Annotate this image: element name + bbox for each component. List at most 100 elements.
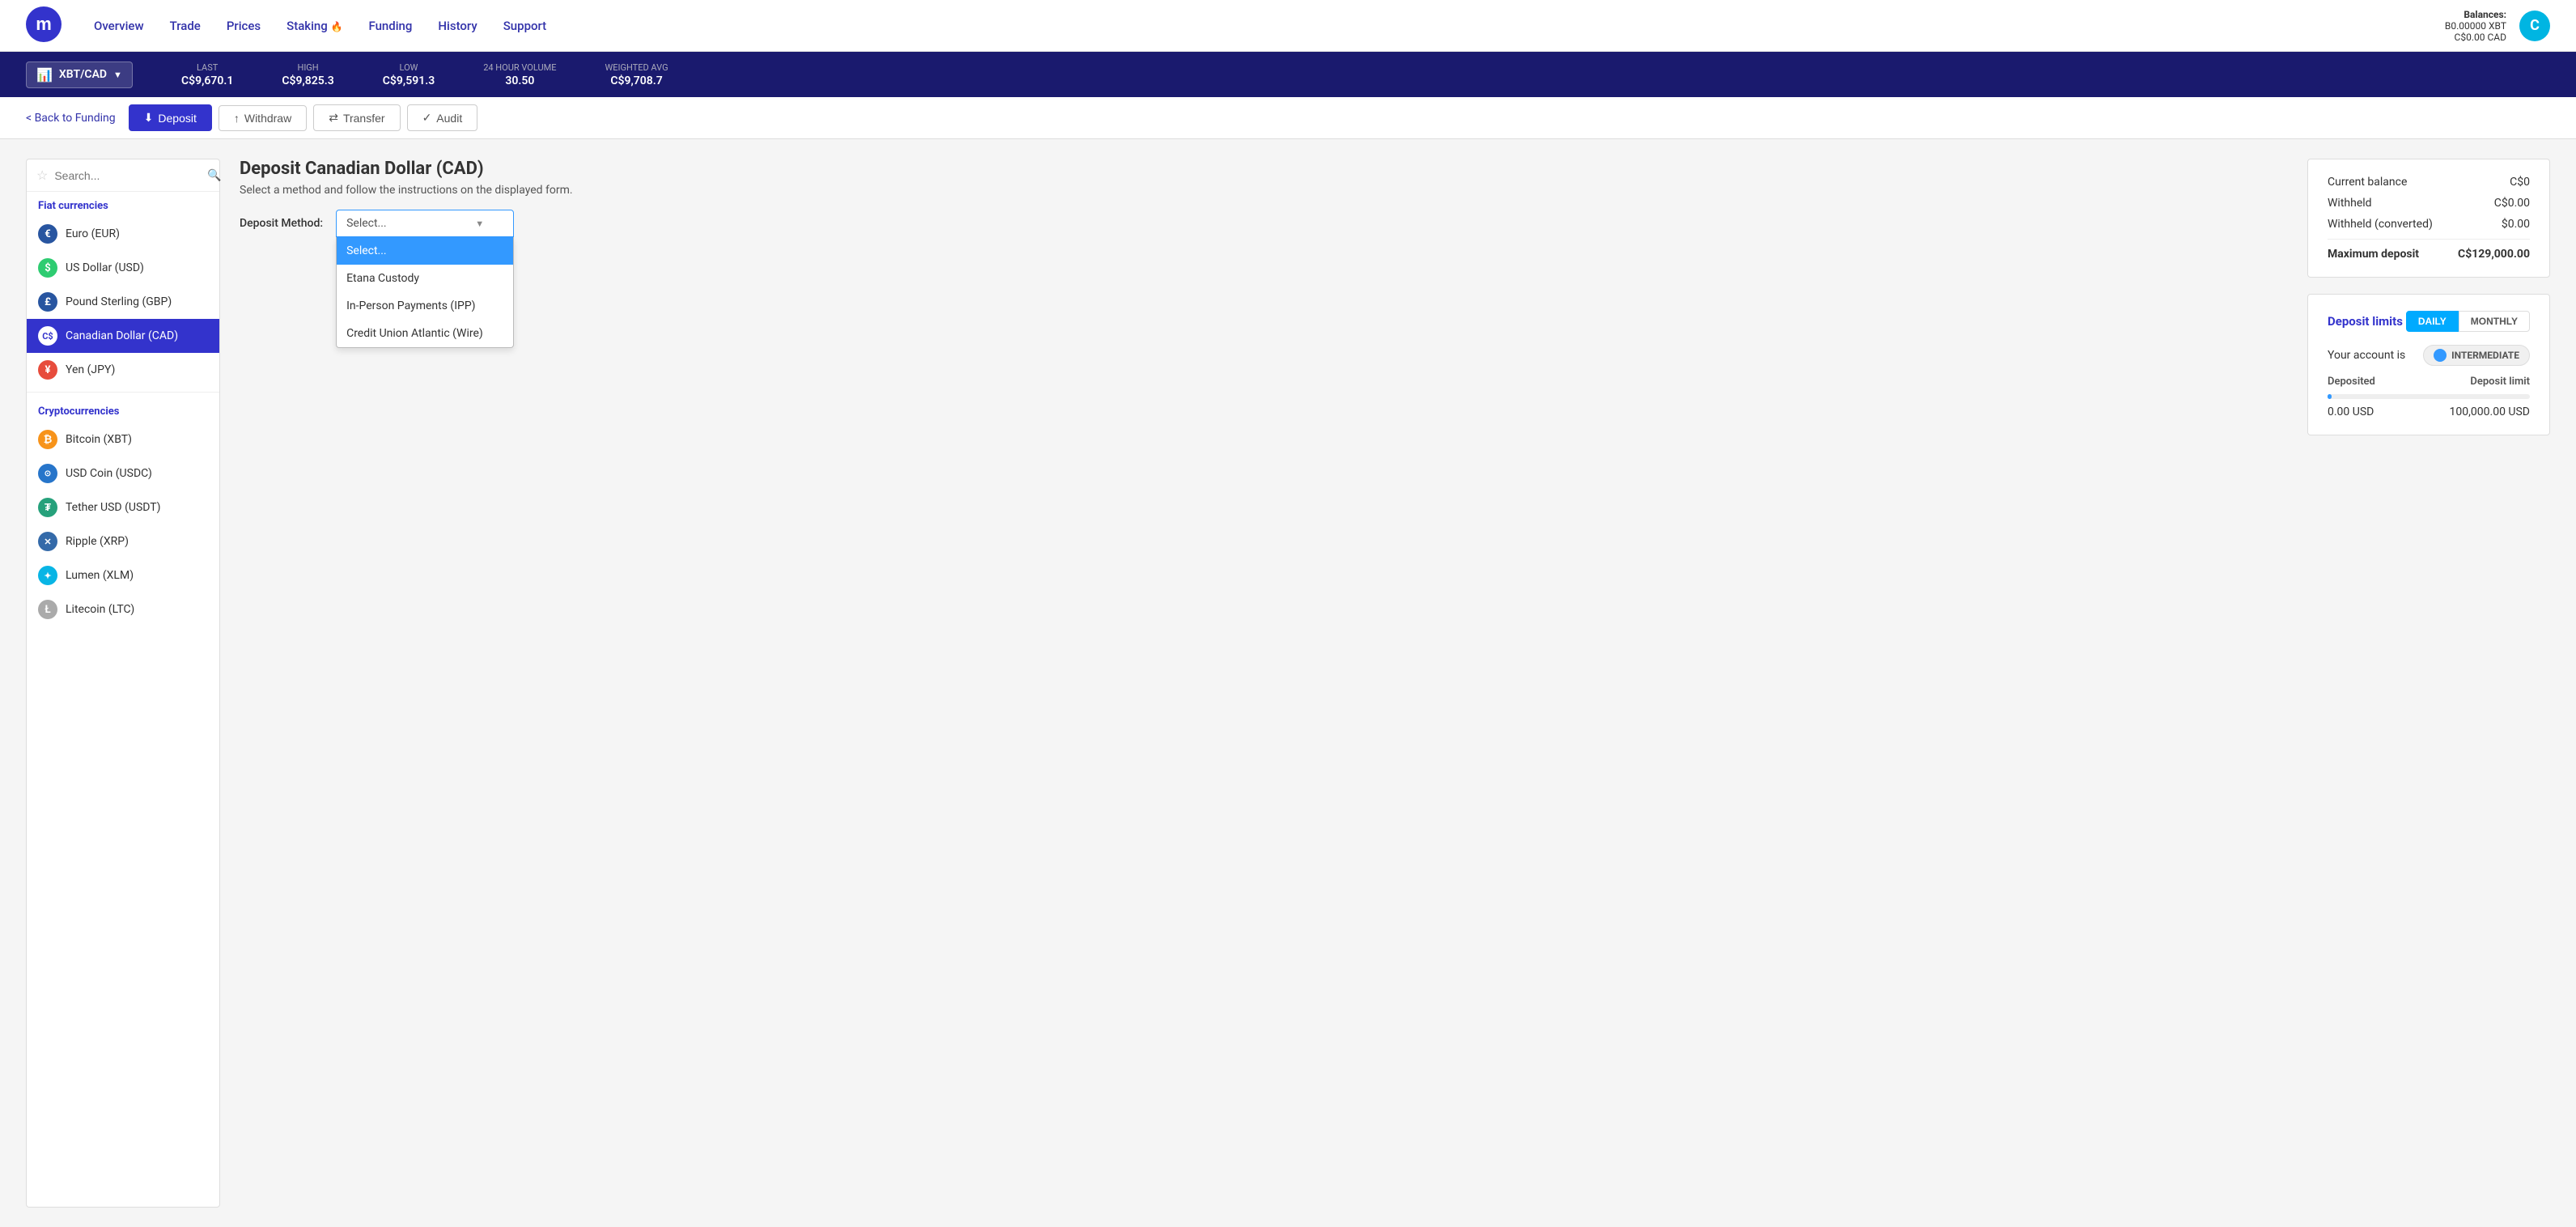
dropdown-chevron-icon: ▼ (475, 219, 484, 229)
current-balance-row: Current balance C$0 (2328, 176, 2530, 189)
ltc-label: Litecoin (LTC) (66, 603, 134, 616)
fiat-section-title: Fiat currencies (27, 192, 219, 217)
avatar[interactable]: C (2519, 11, 2550, 41)
deposit-title: Deposit Canadian Dollar (CAD) (240, 159, 2288, 179)
limits-tab-monthly[interactable]: MONTHLY (2459, 311, 2530, 332)
sidebar-item-jpy[interactable]: ¥ Yen (JPY) (27, 353, 219, 387)
sidebar-item-xlm[interactable]: ✦ Lumen (XLM) (27, 558, 219, 592)
balance-divider (2328, 239, 2530, 240)
ticker-pair-label: XBT/CAD (59, 68, 107, 81)
sidebar-item-usdc[interactable]: ⊙ USD Coin (USDC) (27, 456, 219, 490)
balances-section: Balances: B0.00000 XBT C$0.00 CAD (2445, 9, 2506, 43)
usd-icon: $ (38, 258, 57, 278)
sidebar-item-gbp[interactable]: £ Pound Sterling (GBP) (27, 285, 219, 319)
dropdown-option-cua[interactable]: Credit Union Atlantic (Wire) (337, 320, 513, 347)
withheld-converted-value: $0.00 (2502, 218, 2530, 231)
intermediate-icon (2434, 349, 2447, 362)
dropdown-option-ipp[interactable]: In-Person Payments (IPP) (337, 292, 513, 320)
deposit-method-row: Deposit Method: Select... ▼ Select... Et… (240, 210, 2288, 237)
usd-label: US Dollar (USD) (66, 261, 144, 274)
ticker-pair-selector[interactable]: 📊 XBT/CAD ▼ (26, 62, 133, 88)
max-deposit-label: Maximum deposit (2328, 248, 2419, 261)
main-nav: Overview Trade Prices Staking 🔥 Funding … (94, 15, 2445, 36)
nav-item-history[interactable]: History (438, 15, 477, 36)
usdt-label: Tether USD (USDT) (66, 501, 161, 514)
limits-tabs: DAILY MONTHLY (2406, 311, 2530, 332)
star-icon[interactable]: ☆ (36, 168, 48, 183)
usdc-icon: ⊙ (38, 464, 57, 483)
max-deposit-value: C$129,000.00 (2458, 248, 2530, 261)
sub-nav: < Back to Funding ⬇ Deposit ↑ Withdraw ⇄… (0, 97, 2576, 139)
dropdown-option-etana[interactable]: Etana Custody (337, 265, 513, 292)
usdc-label: USD Coin (USDC) (66, 467, 152, 480)
limits-progress-fill (2328, 394, 2332, 399)
limits-col-headers: Deposited Deposit limit (2328, 376, 2530, 388)
sidebar-item-usd[interactable]: $ US Dollar (USD) (27, 251, 219, 285)
xrp-icon: ✕ (38, 532, 57, 551)
jpy-icon: ¥ (38, 360, 57, 380)
search-input[interactable] (54, 169, 201, 182)
svg-text:m: m (36, 14, 52, 34)
transfer-button[interactable]: ⇄ Transfer (313, 104, 400, 131)
sidebar-item-eur[interactable]: € Euro (EUR) (27, 217, 219, 251)
balance-xbt: B0.00000 XBT (2445, 20, 2506, 32)
withheld-row: Withheld C$0.00 (2328, 197, 2530, 210)
audit-icon: ✓ (422, 111, 432, 125)
eur-label: Euro (EUR) (66, 227, 120, 240)
header-right: Balances: B0.00000 XBT C$0.00 CAD C (2445, 9, 2550, 43)
audit-button[interactable]: ✓ Audit (407, 104, 478, 131)
header: m Overview Trade Prices Staking 🔥 Fundin… (0, 0, 2576, 52)
deposit-method-dropdown[interactable]: Select... ▼ Select... Etana Custody In-P… (336, 210, 514, 237)
withheld-value: C$0.00 (2494, 197, 2530, 210)
back-to-funding-link[interactable]: < Back to Funding (26, 112, 116, 125)
ticker-bar: 📊 XBT/CAD ▼ Last C$9,670.1 High C$9,825.… (0, 52, 2576, 97)
deposit-button[interactable]: ⬇ Deposit (129, 104, 212, 131)
upload-icon: ↑ (234, 112, 240, 125)
deposited-col-label: Deposited (2328, 376, 2375, 388)
limit-value: 100,000.00 USD (2450, 405, 2530, 418)
nav-item-overview[interactable]: Overview (94, 15, 144, 36)
balance-cad: C$0.00 CAD (2445, 32, 2506, 43)
sidebar-item-ltc[interactable]: Ł Litecoin (LTC) (27, 592, 219, 626)
sidebar-item-xrp[interactable]: ✕ Ripple (XRP) (27, 524, 219, 558)
nav-item-prices[interactable]: Prices (227, 15, 261, 36)
withheld-converted-row: Withheld (converted) $0.00 (2328, 218, 2530, 231)
ticker-low-value: C$9,591.3 (383, 74, 435, 87)
limits-tab-daily[interactable]: DAILY (2406, 311, 2459, 332)
sidebar-item-usdt[interactable]: ₮ Tether USD (USDT) (27, 490, 219, 524)
deposit-method-menu: Select... Etana Custody In-Person Paymen… (336, 237, 514, 348)
deposit-subtitle: Select a method and follow the instructi… (240, 184, 2288, 197)
ticker-last-value: C$9,670.1 (181, 74, 233, 87)
ltc-icon: Ł (38, 600, 57, 619)
chart-icon: 📊 (36, 67, 53, 83)
xbt-label: Bitcoin (XBT) (66, 433, 132, 446)
ticker-wavg-value: C$9,708.7 (610, 74, 662, 87)
deposit-method-trigger[interactable]: Select... ▼ (336, 210, 514, 237)
search-icon[interactable]: 🔍 (207, 169, 221, 182)
sidebar-item-cad[interactable]: C$ Canadian Dollar (CAD) (27, 319, 219, 353)
sidebar-item-xbt[interactable]: ₿ Bitcoin (XBT) (27, 422, 219, 456)
eur-icon: € (38, 224, 57, 244)
nav-item-support[interactable]: Support (503, 15, 546, 36)
withdraw-button[interactable]: ↑ Withdraw (219, 105, 307, 131)
transfer-icon: ⇄ (329, 111, 338, 125)
gbp-label: Pound Sterling (GBP) (66, 295, 172, 308)
deposited-value: 0.00 USD (2328, 405, 2374, 418)
nav-item-funding[interactable]: Funding (368, 15, 412, 36)
withheld-label: Withheld (2328, 197, 2372, 210)
current-balance-value: C$0 (2510, 176, 2530, 189)
usdt-icon: ₮ (38, 498, 57, 517)
ticker-last-label: Last (197, 62, 218, 73)
dropdown-option-select[interactable]: Select... (337, 237, 513, 265)
nav-item-trade[interactable]: Trade (170, 15, 201, 36)
chevron-down-icon: ▼ (113, 70, 122, 80)
balances-label: Balances: (2445, 9, 2506, 20)
btc-icon: ₿ (38, 430, 57, 449)
nav-item-staking[interactable]: Staking 🔥 (286, 15, 342, 36)
right-panel: Current balance C$0 Withheld C$0.00 With… (2307, 159, 2550, 1208)
logo[interactable]: m (26, 6, 62, 45)
currency-sidebar: ☆ 🔍 Fiat currencies € Euro (EUR) $ US Do… (26, 159, 220, 1208)
main-content: ☆ 🔍 Fiat currencies € Euro (EUR) $ US Do… (0, 139, 2576, 1227)
balance-card: Current balance C$0 Withheld C$0.00 With… (2307, 159, 2550, 278)
limits-values: 0.00 USD 100,000.00 USD (2328, 405, 2530, 418)
